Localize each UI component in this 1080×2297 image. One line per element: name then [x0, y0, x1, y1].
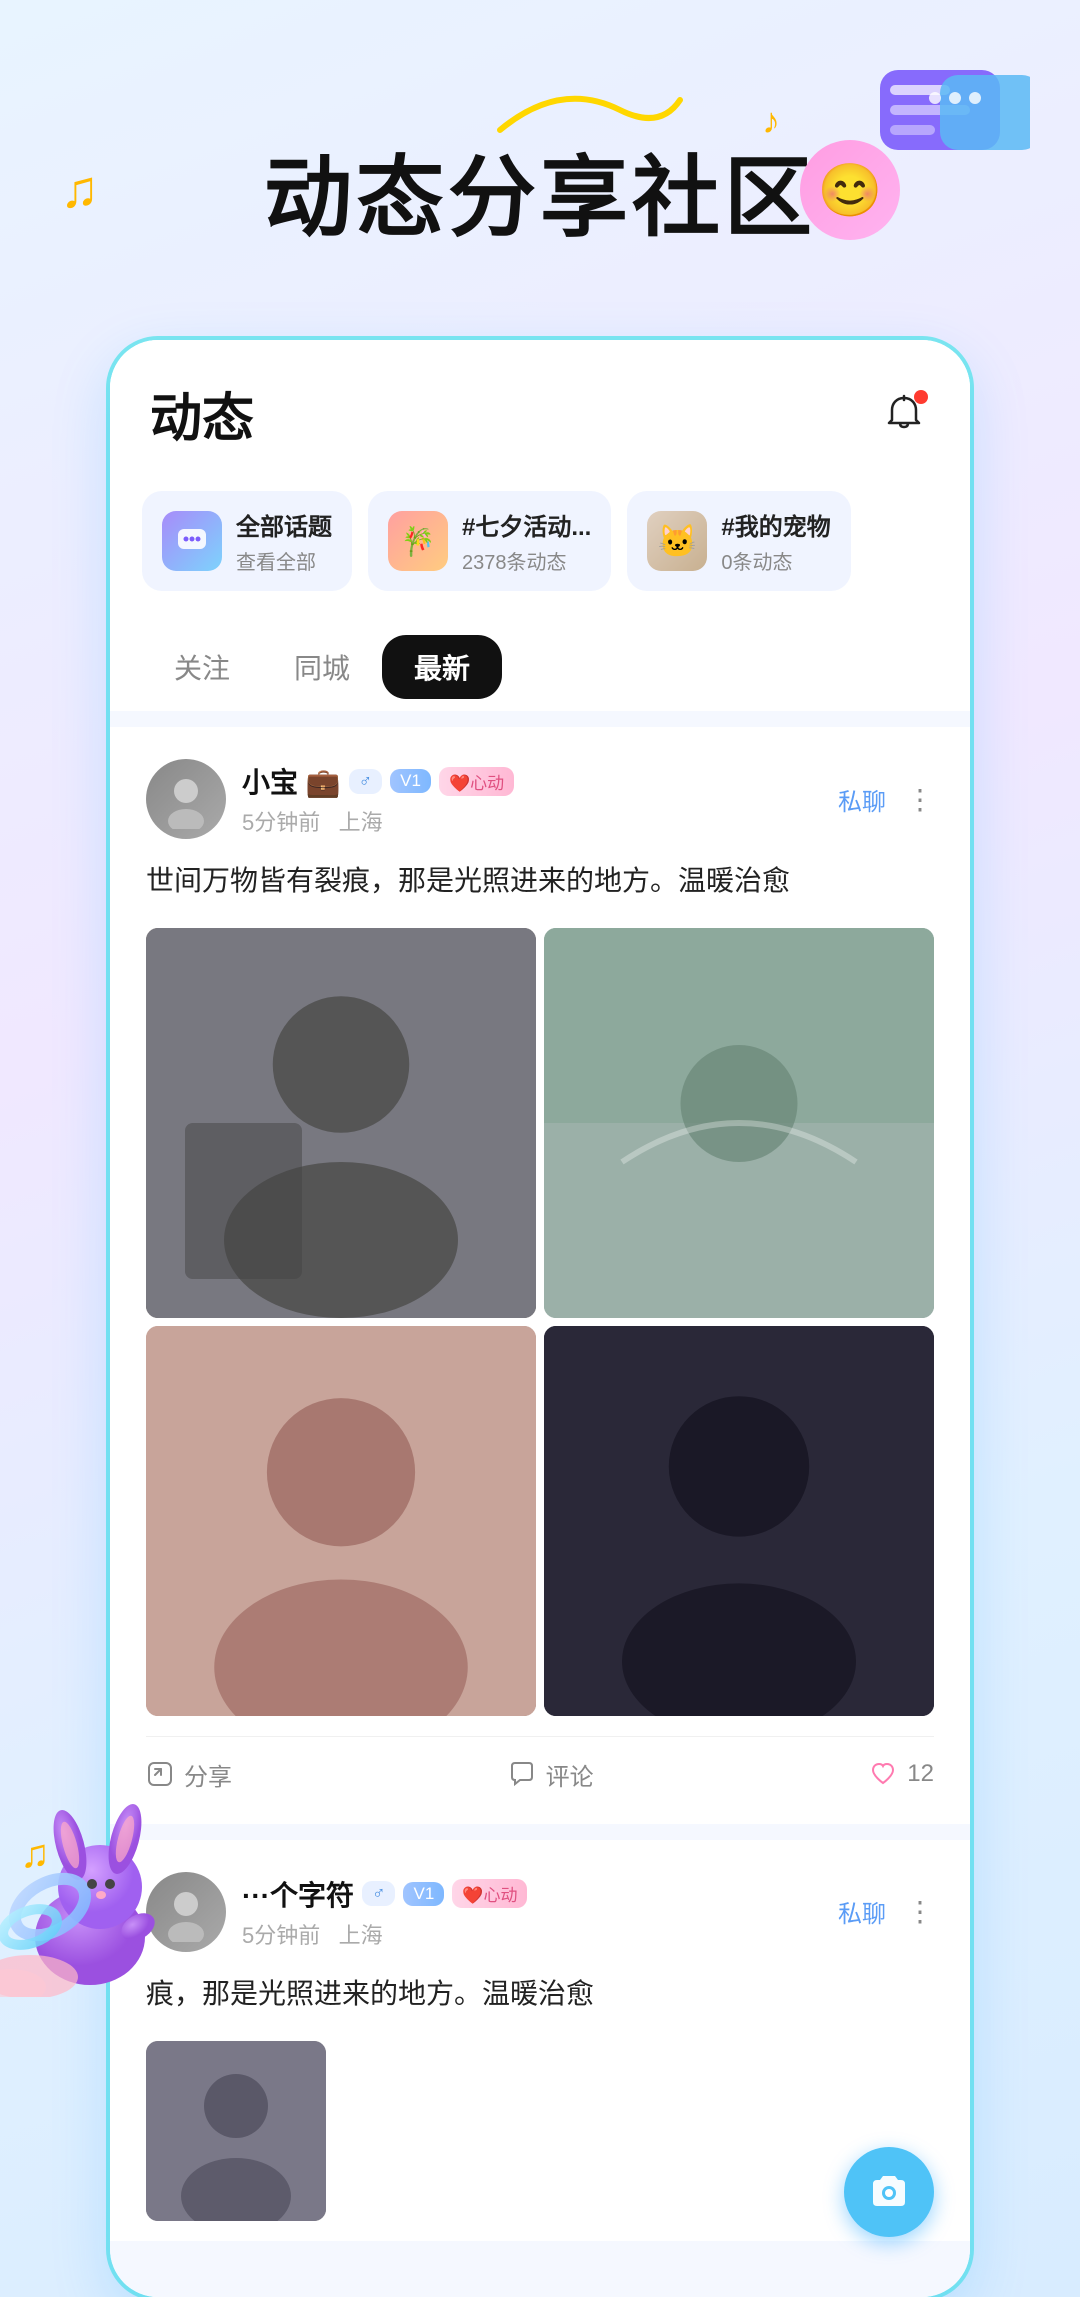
- post-footer-1: 分享 评论 12: [146, 1736, 934, 1792]
- like-action-1[interactable]: 12: [869, 1760, 934, 1788]
- private-chat-button-2[interactable]: 私聊: [838, 1894, 886, 1929]
- vip-badge-2: V1: [403, 1882, 444, 1906]
- user-meta-1: 5分钟前 上海: [242, 805, 514, 837]
- topic-text-pet: #我的宠物 0条动态: [721, 507, 830, 575]
- hero-section: ♫ ♪ ♩ 😊 动态分享社区: [0, 0, 1080, 340]
- share-action-1[interactable]: 分享: [146, 1757, 232, 1792]
- post-header-2: ···个字符 ♂ V1 ❤️心动 5分钟前 上海 私聊 ⋮: [146, 1872, 934, 1952]
- comment-icon: [508, 1760, 536, 1788]
- post-user-1: 小宝 💼 ♂ V1 ❤️心动 5分钟前 上海: [146, 759, 514, 839]
- comment-action-1[interactable]: 评论: [508, 1757, 594, 1792]
- post-image-grid-1: [146, 928, 934, 1716]
- music-note-left-icon: ♫: [60, 160, 99, 220]
- tab-latest[interactable]: 最新: [382, 635, 502, 699]
- post-image-1-1[interactable]: [146, 928, 536, 1318]
- private-chat-button-1[interactable]: 私聊: [838, 782, 886, 817]
- user-info-2: ···个字符 ♂ V1 ❤️心动 5分钟前 上海: [242, 1874, 527, 1950]
- topic-card-pet[interactable]: 🐱 #我的宠物 0条动态: [627, 491, 850, 591]
- tab-bar: 关注 同城 最新: [110, 615, 970, 711]
- gender-badge-1: ♂: [349, 769, 383, 794]
- tab-follow[interactable]: 关注: [142, 635, 262, 699]
- post-actions-2: 私聊 ⋮: [838, 1894, 934, 1929]
- avatar-2[interactable]: [146, 1872, 226, 1952]
- camera-icon: [865, 2168, 913, 2216]
- topic-icon-pet: 🐱: [647, 511, 707, 571]
- topic-icon-all: [162, 511, 222, 571]
- topic-text-qixi: #七夕活动... 2378条动态: [462, 507, 591, 575]
- name-row-2: ···个字符 ♂ V1 ❤️心动: [242, 1874, 527, 1914]
- topic-text-all: 全部话题 查看全部: [236, 507, 332, 575]
- xindong-badge-1: ❤️心动: [439, 767, 514, 796]
- xindong-badge-2: ❤️心动: [452, 1879, 527, 1908]
- avatar-1[interactable]: [146, 759, 226, 839]
- chat-icon: [174, 523, 210, 559]
- notification-badge: [914, 390, 928, 404]
- comment-label-1: 评论: [546, 1757, 594, 1792]
- post-image-1-2[interactable]: [544, 928, 934, 1318]
- vip-badge-1: V1: [390, 769, 431, 793]
- topic-card-all[interactable]: 全部话题 查看全部: [142, 491, 352, 591]
- topic-icon-qixi: 🎋: [388, 511, 448, 571]
- topic-cards-list: 全部话题 查看全部 🎋 #七夕活动... 2378条动态 🐱 #我的宠物 0条动…: [110, 471, 970, 615]
- username-1: 小宝 💼: [242, 761, 341, 801]
- tab-nearby[interactable]: 同城: [262, 635, 382, 699]
- smiley-icon: 😊: [800, 140, 900, 240]
- music-note-bottom-icon: ♫: [20, 1832, 50, 1877]
- post-header-1: 小宝 💼 ♂ V1 ❤️心动 5分钟前 上海 私聊 ⋮: [146, 759, 934, 839]
- post-card-2: ···个字符 ♂ V1 ❤️心动 5分钟前 上海 私聊 ⋮ 痕，那是光照进来的地…: [110, 1840, 970, 2241]
- post-actions-1: 私聊 ⋮: [838, 782, 934, 817]
- more-options-button-2[interactable]: ⋮: [906, 1895, 934, 1928]
- gender-badge-2: ♂: [362, 1881, 396, 1906]
- post-image-preview: [146, 2041, 326, 2221]
- app-header: 动态: [110, 340, 970, 471]
- user-info-1: 小宝 💼 ♂ V1 ❤️心动 5分钟前 上海: [242, 761, 514, 837]
- phone-mockup: 动态: [110, 340, 970, 2297]
- share-label-1: 分享: [184, 1757, 232, 1792]
- app-content: 动态: [110, 340, 970, 2297]
- name-row-1: 小宝 💼 ♂ V1 ❤️心动: [242, 761, 514, 801]
- more-options-button-1[interactable]: ⋮: [906, 783, 934, 816]
- heart-icon: [869, 1760, 897, 1788]
- share-icon: [146, 1760, 174, 1788]
- post-text-2: 痕，那是光照进来的地方。温暖治愈: [146, 1972, 934, 2017]
- camera-fab-button[interactable]: [844, 2147, 934, 2237]
- post-image-2-1[interactable]: [146, 2041, 326, 2221]
- topic-card-qixi[interactable]: 🎋 #七夕活动... 2378条动态: [368, 491, 611, 591]
- notification-button[interactable]: [878, 388, 930, 440]
- username-2: ···个字符: [242, 1874, 354, 1914]
- user-meta-2: 5分钟前 上海: [242, 1918, 527, 1950]
- post-image-1-3[interactable]: [146, 1326, 536, 1716]
- post-card-1: 小宝 💼 ♂ V1 ❤️心动 5分钟前 上海 私聊 ⋮ 世间万物皆有裂痕，那是光…: [110, 727, 970, 1824]
- avatar-image-2: [156, 1882, 216, 1942]
- post-image-1-4[interactable]: [544, 1326, 934, 1716]
- chat-bubble-icon: [870, 60, 1030, 180]
- avatar-image-1: [156, 769, 216, 829]
- like-count-1: 12: [907, 1760, 934, 1788]
- page-title: 动态: [150, 376, 254, 451]
- post-text-1: 世间万物皆有裂痕，那是光照进来的地方。温暖治愈: [146, 859, 934, 904]
- hero-title: 动态分享社区: [264, 127, 816, 254]
- post-user-2: ···个字符 ♂ V1 ❤️心动 5分钟前 上海: [146, 1872, 527, 1952]
